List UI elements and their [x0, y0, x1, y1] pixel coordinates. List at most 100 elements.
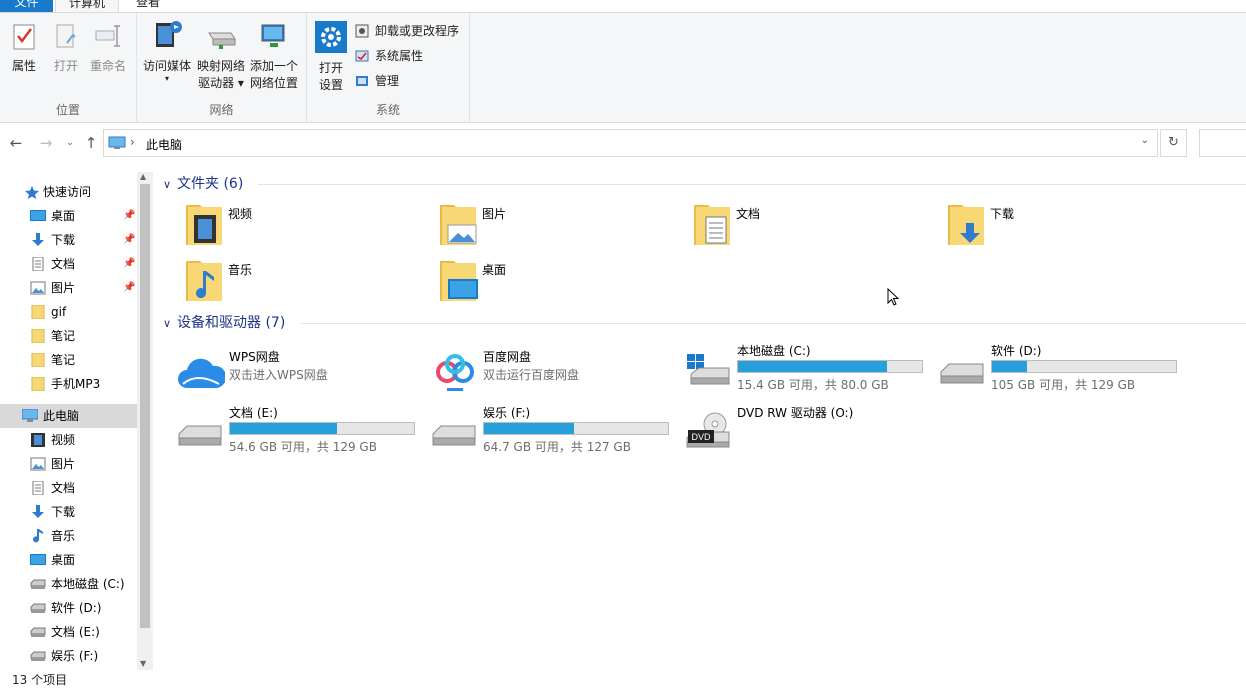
- drive-c[interactable]: 本地磁盘 (C:) 15.4 GB 可用，共 80.0 GB: [685, 342, 935, 394]
- pin-icon[interactable]: 📌: [123, 204, 135, 228]
- folder-videos[interactable]: 视频: [182, 203, 412, 253]
- address-dropdown-icon[interactable]: ⌄: [1141, 135, 1149, 146]
- system-group-label: 系统: [375, 103, 400, 117]
- pictures-icon: [30, 457, 46, 471]
- open-settings-button[interactable]: 打开 设置: [313, 21, 349, 94]
- folder-documents[interactable]: 文档: [690, 203, 920, 253]
- tab-view[interactable]: 查看: [128, 0, 168, 12]
- drive-name: DVD RW 驱动器 (O:): [737, 406, 854, 420]
- sidebar-item-label: 笔记: [51, 329, 76, 343]
- section-divider: [258, 184, 1246, 185]
- folder-downloads[interactable]: 下载: [944, 203, 1174, 253]
- scroll-down-icon[interactable]: ▼: [140, 659, 146, 668]
- map-network-drive-button[interactable]: 映射网络 驱动器 ▾: [195, 21, 247, 92]
- drive-f[interactable]: 娱乐 (F:) 64.7 GB 可用，共 127 GB: [431, 404, 681, 456]
- folder-desktop[interactable]: 桌面: [436, 259, 666, 309]
- sidebar-item-drive-e[interactable]: 文档 (E:): [0, 620, 137, 644]
- refresh-icon: ↻: [1168, 135, 1179, 150]
- sidebar-item-music[interactable]: 音乐: [0, 524, 137, 548]
- dvd-drive-icon: DVD: [686, 412, 730, 448]
- sidebar-item-videos[interactable]: 视频: [0, 428, 137, 452]
- pin-icon[interactable]: 📌: [123, 228, 135, 252]
- drive-e[interactable]: 文档 (E:) 54.6 GB 可用，共 129 GB: [177, 404, 427, 456]
- devices-section-header[interactable]: ∨ 设备和驱动器 (7): [163, 313, 285, 333]
- address-bar[interactable]: › 此电脑 ⌄: [103, 129, 1158, 157]
- system-properties-button[interactable]: 系统属性: [355, 46, 423, 66]
- drive-name: 本地磁盘 (C:): [737, 344, 811, 358]
- sidebar-item-downloads[interactable]: 下载 📌: [0, 228, 137, 252]
- search-input[interactable]: [1199, 129, 1246, 157]
- tab-computer[interactable]: 计算机: [55, 0, 119, 12]
- sidebar-item-drive-f[interactable]: 娱乐 (F:): [0, 644, 137, 668]
- sidebar-item-quick-access[interactable]: 快速访问: [0, 180, 137, 204]
- rename-icon: [95, 25, 120, 47]
- sidebar-item-pictures[interactable]: 图片 📌: [0, 276, 137, 300]
- ribbon-group-network: 访问媒体 ▾ 映射网络 驱动器 ▾ 添加一个 网络位置 网络: [137, 13, 307, 122]
- forward-button[interactable]: →: [36, 132, 56, 154]
- sidebar-item-downloads-2[interactable]: 下载: [0, 500, 137, 524]
- open-label: 打开: [53, 59, 78, 73]
- drive-icon: [30, 627, 46, 637]
- drive-space-info: 15.4 GB 可用，共 80.0 GB: [737, 378, 889, 392]
- folder-label: 下载: [990, 207, 1015, 221]
- folders-section-header[interactable]: ∨ 文件夹 (6): [163, 174, 243, 194]
- sidebar-item-this-pc[interactable]: 此电脑: [0, 404, 137, 428]
- dropdown-arrow-icon: ▾: [164, 74, 169, 83]
- sidebar-item-documents[interactable]: 文档 📌: [0, 252, 137, 276]
- folder-icon: [31, 353, 45, 367]
- recent-locations-button[interactable]: ⌄: [60, 132, 80, 154]
- open-button[interactable]: 打开: [50, 21, 82, 75]
- sidebar-item-drive-c[interactable]: 本地磁盘 (C:): [0, 572, 137, 596]
- wps-cloud-drive[interactable]: WPS网盘 双击进入WPS网盘: [177, 348, 427, 400]
- collapse-chevron-icon: ∨: [163, 317, 172, 330]
- properties-button[interactable]: 属性: [6, 21, 42, 75]
- back-arrow-icon: ←: [9, 134, 23, 152]
- folder-label: 桌面: [482, 263, 507, 277]
- drive-name: 娱乐 (F:): [483, 406, 531, 420]
- sidebar-item-desktop-2[interactable]: 桌面: [0, 548, 137, 572]
- manage-button[interactable]: 管理: [355, 71, 399, 91]
- refresh-button[interactable]: ↻: [1160, 129, 1187, 157]
- sidebar-scrollbar[interactable]: ▲ ▼: [137, 172, 153, 670]
- uninstall-button[interactable]: 卸载或更改程序: [355, 21, 459, 41]
- sidebar-item-documents-2[interactable]: 文档: [0, 476, 137, 500]
- tab-file[interactable]: 文件: [0, 0, 53, 12]
- scroll-up-icon[interactable]: ▲: [140, 172, 146, 181]
- baidu-cloud-icon: [436, 354, 474, 391]
- scrollbar-thumb[interactable]: [140, 184, 150, 628]
- add-network-location-button[interactable]: 添加一个 网络位置: [247, 21, 301, 92]
- pin-icon[interactable]: 📌: [123, 276, 135, 300]
- drive-dvd[interactable]: DVD DVD RW 驱动器 (O:): [685, 404, 935, 456]
- sidebar-item-label: 视频: [51, 433, 76, 447]
- rename-button[interactable]: 重命名: [88, 21, 128, 75]
- network-group-label: 网络: [209, 103, 234, 117]
- access-media-button[interactable]: 访问媒体 ▾: [141, 17, 193, 83]
- drive-space-info: 54.6 GB 可用，共 129 GB: [229, 440, 377, 454]
- sidebar-item-desktop[interactable]: 桌面 📌: [0, 204, 137, 228]
- drive-name: 软件 (D:): [991, 344, 1042, 358]
- sidebar-item-phone-mp3[interactable]: 手机MP3: [0, 372, 137, 396]
- sidebar-item-notes[interactable]: 笔记: [0, 324, 137, 348]
- pin-icon[interactable]: 📌: [123, 252, 135, 276]
- drive-icon: [30, 603, 46, 613]
- sidebar-item-pictures-2[interactable]: 图片: [0, 452, 137, 476]
- baidu-cloud-drive[interactable]: 百度网盘 双击运行百度网盘: [431, 348, 681, 400]
- sidebar-item-notes-2[interactable]: 笔记: [0, 348, 137, 372]
- sidebar-item-gif[interactable]: gif: [0, 300, 137, 324]
- properties-label: 属性: [11, 59, 36, 73]
- sidebar-item-label: gif: [51, 305, 67, 319]
- downloads-folder-icon: [948, 205, 984, 245]
- folder-label: 图片: [482, 207, 507, 221]
- up-button[interactable]: ↑: [81, 132, 101, 154]
- folder-pictures[interactable]: 图片: [436, 203, 666, 253]
- status-bar: 13 个项目: [0, 670, 1246, 690]
- document-icon: [32, 481, 44, 495]
- drive-d[interactable]: 软件 (D:) 105 GB 可用，共 129 GB: [939, 342, 1189, 394]
- ribbon-group-location: 属性 打开 重命名 位置: [0, 13, 137, 122]
- breadcrumb-this-pc[interactable]: 此电脑: [146, 136, 182, 153]
- folder-music[interactable]: 音乐: [182, 259, 412, 309]
- sidebar-item-label: 本地磁盘 (C:): [51, 577, 125, 591]
- folder-icon: [31, 377, 45, 391]
- back-button[interactable]: ←: [6, 132, 26, 154]
- sidebar-item-drive-d[interactable]: 软件 (D:): [0, 596, 137, 620]
